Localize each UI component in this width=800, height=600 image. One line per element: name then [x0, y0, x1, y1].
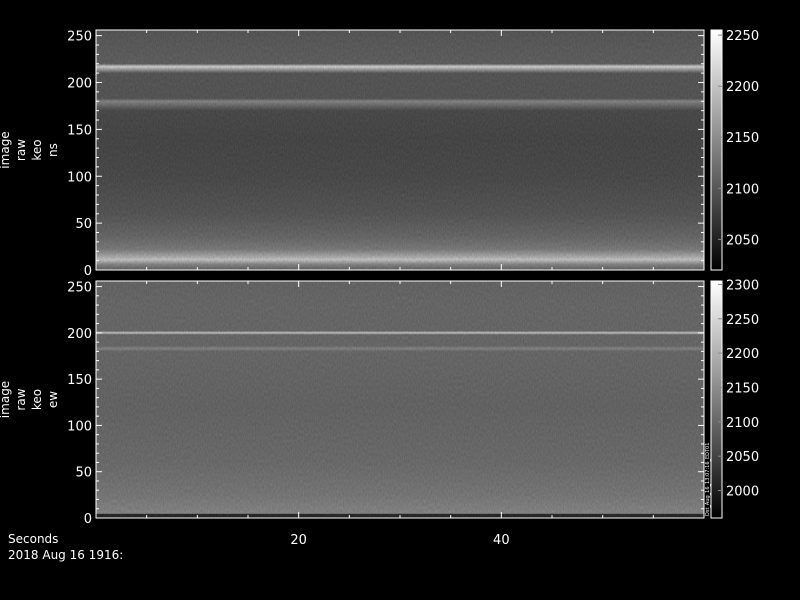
y-tick-label: 150: [67, 373, 92, 388]
y-tick-label: 50: [75, 466, 92, 481]
y-tick-label: 250: [67, 30, 92, 45]
y-axis-label-line: image: [0, 381, 12, 418]
colorbar-tick-label: 2250: [726, 29, 759, 44]
colorbar-tick-label: 2200: [726, 80, 759, 95]
y-axis-label-line: raw: [14, 139, 28, 161]
side-annotation: Dst_Aug_16_13:07:16_EDT01: [705, 443, 711, 516]
y-axis-label-line: keo: [30, 389, 44, 410]
y-tick-label: 100: [67, 170, 92, 185]
colorbar: [710, 280, 723, 519]
y-tick-label: 150: [67, 123, 92, 138]
y-tick-label: 200: [67, 77, 92, 92]
x-axis-label: Seconds: [8, 532, 59, 546]
colorbar-tick-label: 2250: [726, 313, 759, 328]
colorbar-tick-label: 2000: [726, 485, 759, 500]
heatmap-noise-dark: [96, 30, 704, 270]
colorbar-tick-label: 2050: [726, 450, 759, 465]
y-tick-label: 100: [67, 419, 92, 434]
x-tick-label: 40: [493, 533, 510, 548]
keogram-figure: 050100150200250image raw keo ns205021002150…: [0, 29, 759, 548]
y-axis-label-line: image: [0, 131, 12, 168]
y-axis-label-line: keo: [30, 139, 44, 160]
colorbar-tick-label: 2150: [726, 381, 759, 396]
ns-keogram-panel: 0 50 100 150 200 250 image raw keo ns 2050 2100 2150…: [0, 29, 759, 279]
y-tick-label: 50: [75, 217, 92, 232]
heatmap-noise-dark: [96, 281, 704, 518]
y-axis-label-line: ew: [46, 391, 60, 408]
colorbar: [710, 29, 723, 271]
colorbar-tick-label: 2100: [726, 182, 759, 197]
y-tick-label: 250: [67, 281, 92, 296]
colorbar-tick-label: 2100: [726, 416, 759, 431]
y-axis-label-line: raw: [14, 388, 28, 410]
y-axis-label-line: ns: [46, 143, 60, 157]
x-tick-label: 20: [290, 533, 307, 548]
colorbar-tick-label: 2200: [726, 347, 759, 362]
y-tick-label: 200: [67, 327, 92, 342]
colorbar-tick-label: 2300: [726, 278, 759, 293]
y-tick-label: 0: [84, 264, 92, 279]
timestamp-label: 2018 Aug 16 1916:: [8, 548, 124, 562]
colorbar-tick-label: 2150: [726, 131, 759, 146]
y-tick-label: 0: [84, 512, 92, 527]
ew-keogram-panel: 0 50 100 150 200 250 20 40 image raw keo ew 2000 2050…: [0, 278, 759, 548]
colorbar-tick-label: 2050: [726, 233, 759, 248]
